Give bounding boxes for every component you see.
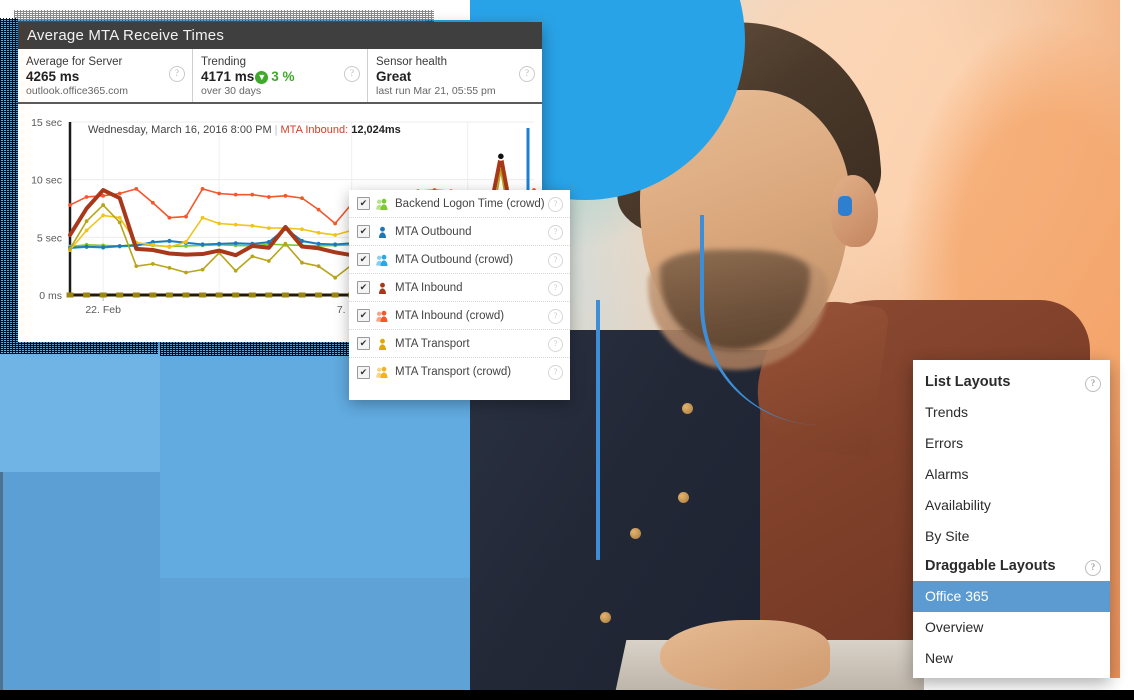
person-crowd-icon bbox=[376, 198, 388, 210]
help-icon[interactable]: ? bbox=[548, 225, 563, 240]
kpi-value: Great bbox=[376, 69, 534, 85]
kpi-average-for-server: Average for Server 4265 ms outlook.offic… bbox=[18, 49, 193, 102]
legend-item[interactable]: ✔ Backend Logon Time (crowd)? bbox=[349, 190, 570, 218]
blue-block-left bbox=[0, 472, 160, 690]
chart-legend-popup[interactable]: ✔ Backend Logon Time (crowd)? ✔ MTA Outboun… bbox=[349, 190, 570, 400]
draggable-layouts-header: Draggable Layouts ? bbox=[913, 552, 1110, 581]
help-icon[interactable]: ? bbox=[1085, 376, 1101, 392]
help-icon[interactable]: ? bbox=[548, 253, 563, 268]
kpi-trending: Trending 4171 ms ▼ 3 % over 30 days ? bbox=[193, 49, 368, 102]
layouts-menu[interactable]: List Layouts ? Trends Errors Alarms Availab… bbox=[913, 360, 1110, 678]
legend-item-label: MTA Outbound (crowd) bbox=[395, 253, 514, 266]
legend-item[interactable]: ✔ MTA Outbound (crowd)? bbox=[349, 246, 570, 274]
help-icon[interactable]: ? bbox=[169, 66, 185, 82]
person-crowd-icon bbox=[376, 310, 388, 322]
legend-item-label: MTA Outbound bbox=[395, 225, 472, 238]
kpi-subtext: last run Mar 21, 05:55 pm bbox=[376, 85, 496, 97]
help-icon[interactable]: ? bbox=[548, 197, 563, 212]
y-axis-tick-label: 15 sec bbox=[31, 117, 62, 129]
x-axis-tick-label: 22. Feb bbox=[85, 304, 121, 316]
chart-highlight-point[interactable] bbox=[496, 151, 506, 161]
help-icon[interactable]: ? bbox=[548, 309, 563, 324]
kpi-subtext: outlook.office365.com bbox=[26, 85, 128, 97]
kpi-value-text: 4265 ms bbox=[26, 69, 80, 84]
menu-item-alarms[interactable]: Alarms bbox=[913, 459, 1110, 490]
menu-item-overview[interactable]: Overview bbox=[913, 612, 1110, 643]
menu-item-errors[interactable]: Errors bbox=[913, 428, 1110, 459]
help-icon[interactable]: ? bbox=[548, 281, 563, 296]
legend-checkbox[interactable]: ✔ bbox=[357, 253, 370, 266]
legend-item[interactable]: ✔ MTA Inbound? bbox=[349, 274, 570, 302]
legend-checkbox[interactable]: ✔ bbox=[357, 365, 370, 379]
legend-checkbox[interactable]: ✔ bbox=[357, 309, 370, 322]
kpi-label: Average for Server bbox=[26, 56, 123, 68]
blue-block-bottom bbox=[160, 578, 470, 690]
legend-checkbox[interactable]: ✔ bbox=[357, 281, 370, 294]
kpi-trend-percent: 3 % bbox=[271, 69, 295, 84]
legend-item[interactable]: ✔ MTA Inbound (crowd)? bbox=[349, 302, 570, 330]
legend-item[interactable]: ✔ MTA Transport (crowd)? bbox=[349, 358, 570, 386]
shirt-button-4 bbox=[600, 612, 611, 623]
kpi-value: 4265 ms bbox=[26, 69, 184, 85]
blue-block-soft bbox=[0, 350, 160, 475]
draggable-layouts-header-label: Draggable Layouts bbox=[925, 558, 1056, 574]
person-crowd-icon bbox=[376, 366, 388, 378]
kpi-row: Average for Server 4265 ms outlook.offic… bbox=[18, 49, 542, 104]
menu-item-office-365[interactable]: Office 365 bbox=[913, 581, 1110, 612]
tooltip-value: 12,024ms bbox=[351, 124, 401, 136]
panel-title: Average MTA Receive Times bbox=[18, 22, 542, 49]
y-axis-tick-label: 0 ms bbox=[39, 290, 62, 302]
y-axis-tick-label: 5 sec bbox=[37, 232, 62, 244]
shadow-noise-top bbox=[14, 10, 434, 22]
kpi-sensor-health: Sensor health Great last run Mar 21, 05:… bbox=[368, 49, 542, 102]
blue-divider-line bbox=[0, 472, 3, 690]
white-edge-right bbox=[1120, 0, 1134, 700]
legend-item[interactable]: ✔ MTA Transport? bbox=[349, 330, 570, 358]
person-icon bbox=[378, 338, 387, 350]
kpi-subtext: over 30 days bbox=[201, 85, 262, 97]
person-hand bbox=[660, 620, 830, 690]
help-icon[interactable]: ? bbox=[548, 365, 563, 380]
legend-item[interactable]: ✔ MTA Outbound? bbox=[349, 218, 570, 246]
legend-item-label: MTA Transport bbox=[395, 337, 470, 350]
black-edge-bottom bbox=[0, 690, 1134, 700]
kpi-label: Trending bbox=[201, 56, 246, 68]
legend-item-label: MTA Transport (crowd) bbox=[395, 366, 512, 378]
person-icon bbox=[378, 226, 387, 238]
shirt-button-2 bbox=[678, 492, 689, 503]
help-icon[interactable]: ? bbox=[344, 66, 360, 82]
y-axis-tick-label: 10 sec bbox=[31, 175, 62, 187]
person-icon bbox=[378, 282, 387, 294]
menu-item-availability[interactable]: Availability bbox=[913, 490, 1110, 521]
chart-tooltip: Wednesday, March 16, 2016 8:00 PM | MTA In… bbox=[88, 124, 401, 136]
menu-item-new[interactable]: New bbox=[913, 643, 1110, 674]
legend-checkbox[interactable]: ✔ bbox=[357, 337, 370, 350]
help-icon[interactable]: ? bbox=[548, 337, 563, 352]
shadow-noise-side bbox=[0, 18, 18, 338]
earbud-icon bbox=[838, 196, 852, 216]
help-icon[interactable]: ? bbox=[519, 66, 535, 82]
kpi-value: 4171 ms ▼ 3 % bbox=[201, 69, 359, 85]
legend-item-label: MTA Inbound bbox=[395, 281, 463, 294]
arrow-down-circle-icon: ▼ bbox=[255, 70, 269, 84]
kpi-value-text: 4171 ms bbox=[201, 69, 255, 84]
kpi-value-text: Great bbox=[376, 69, 412, 84]
kpi-label: Sensor health bbox=[376, 56, 447, 68]
menu-item-by-site[interactable]: By Site bbox=[913, 521, 1110, 552]
menu-item-trends[interactable]: Trends bbox=[913, 397, 1110, 428]
list-layouts-header: List Layouts ? bbox=[913, 368, 1110, 397]
tooltip-timestamp: Wednesday, March 16, 2016 8:00 PM bbox=[88, 124, 272, 136]
tooltip-separator: | bbox=[274, 124, 278, 136]
person-crowd-icon bbox=[376, 254, 388, 266]
shirt-button-1 bbox=[682, 403, 693, 414]
help-icon[interactable]: ? bbox=[1085, 560, 1101, 576]
legend-item-label: MTA Inbound (crowd) bbox=[395, 309, 505, 322]
legend-checkbox[interactable]: ✔ bbox=[357, 225, 370, 238]
tooltip-metric: MTA Inbound: bbox=[280, 124, 349, 136]
legend-item-label: Backend Logon Time (crowd) bbox=[395, 197, 545, 210]
shirt-button-3 bbox=[630, 528, 641, 539]
legend-checkbox[interactable]: ✔ bbox=[357, 197, 370, 210]
list-layouts-header-label: List Layouts bbox=[925, 374, 1011, 390]
